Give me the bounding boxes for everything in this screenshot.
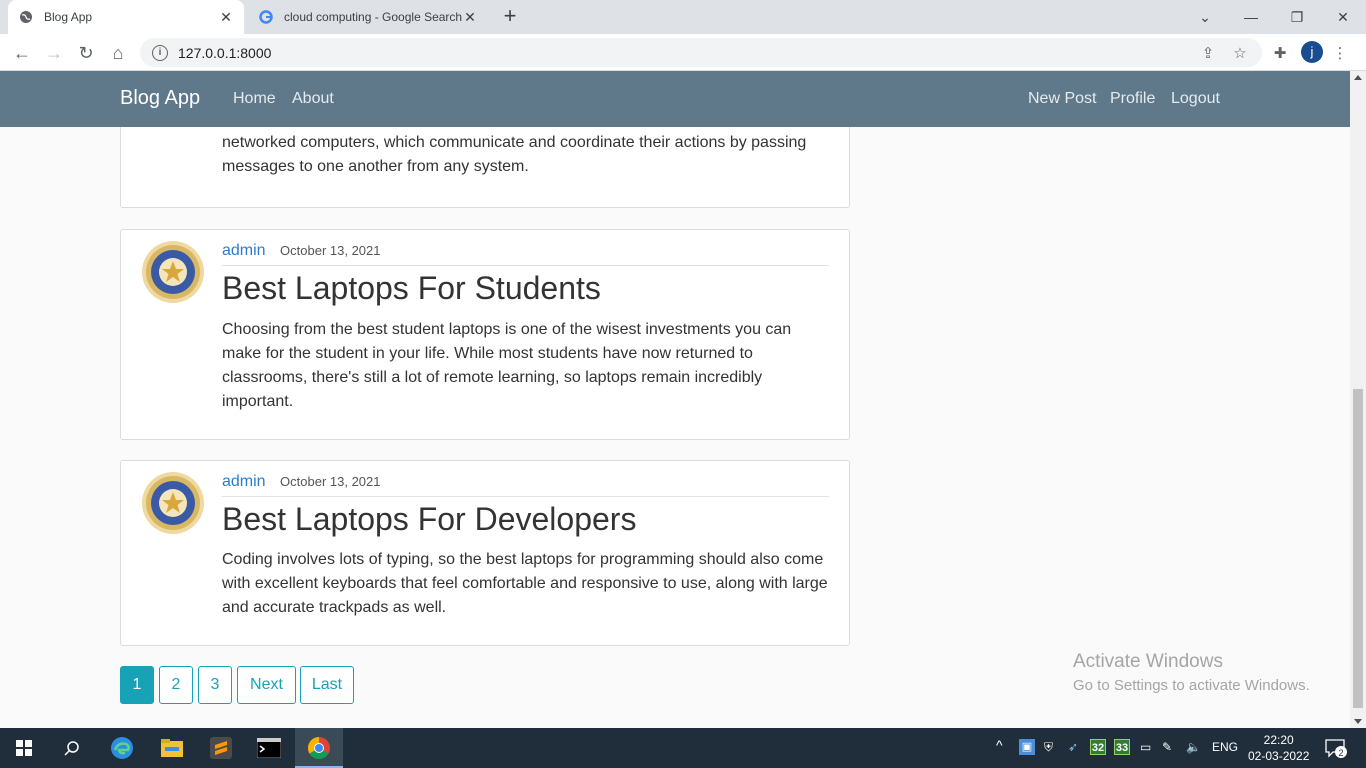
tab-title: Blog App	[44, 10, 93, 24]
page-viewport: Blog App Home About New Post Profile Log…	[0, 71, 1350, 728]
post-title-link[interactable]: Best Laptops For Developers	[222, 501, 636, 538]
terminal-icon[interactable]	[255, 734, 283, 762]
edge-browser-icon[interactable]	[108, 734, 136, 762]
site-info-icon[interactable]: i	[152, 44, 168, 61]
nav-logout-link[interactable]: Logout	[1171, 90, 1220, 108]
share-icon[interactable]: ⇪	[1198, 43, 1218, 63]
nav-home-link[interactable]: Home	[233, 90, 276, 108]
tray-app-icon[interactable]: ▣	[1019, 739, 1035, 755]
scroll-up-icon[interactable]	[1354, 75, 1362, 80]
new-tab-button[interactable]: +	[498, 5, 522, 29]
page-1-button[interactable]: 1	[120, 666, 154, 704]
author-link[interactable]: admin	[222, 473, 266, 490]
post-body: Choosing from the best student laptops i…	[222, 321, 792, 410]
activate-windows-watermark: Activate Windows Go to Settings to activ…	[1073, 651, 1310, 694]
back-button[interactable]: ←	[8, 39, 36, 67]
chevron-up-icon[interactable]: ^	[996, 737, 1003, 753]
site-navbar: Blog App Home About New Post Profile Log…	[0, 71, 1350, 127]
tab-google-search[interactable]: cloud computing - Google Search ✕	[248, 0, 488, 34]
close-tab-icon[interactable]: ✕	[462, 9, 478, 26]
nav-profile-link[interactable]: Profile	[1110, 90, 1155, 108]
author-avatar[interactable]	[141, 240, 205, 304]
post-meta: admin October 13, 2021	[222, 242, 829, 266]
address-bar[interactable]: i 127.0.0.1:8000	[140, 38, 1262, 67]
windows-taskbar: ^ ▣ ⛨ ➶ 32 33 ▭ ✎ 🔈 ENG 22:20 02-03-2022…	[0, 728, 1366, 768]
tray-counter-icon[interactable]: 33	[1114, 739, 1130, 755]
reload-button[interactable]: ↻	[72, 39, 100, 67]
post-card: admin October 13, 2021 Best Laptops For …	[120, 229, 850, 440]
nav-about-link[interactable]: About	[292, 90, 334, 108]
ime-icon[interactable]: ✎	[1162, 740, 1172, 754]
browser-toolbar: ← → ↻ ⌂ i 127.0.0.1:8000 ⇪ ☆ ✚ ⋮	[0, 34, 1366, 71]
system-clock[interactable]: 22:20 02-03-2022	[1248, 732, 1309, 764]
page-scrollbar[interactable]	[1350, 71, 1366, 728]
home-icon[interactable]: ⌂	[104, 39, 132, 67]
post-date: October 13, 2021	[280, 243, 381, 258]
notifications-icon[interactable]: 2	[1322, 734, 1350, 762]
language-indicator[interactable]: ENG	[1212, 740, 1238, 754]
notification-count: 2	[1338, 748, 1343, 758]
clock-date: 02-03-2022	[1248, 749, 1310, 763]
search-icon[interactable]	[58, 734, 86, 762]
network-icon[interactable]: ▭	[1140, 740, 1151, 754]
chrome-icon[interactable]	[305, 734, 333, 762]
volume-icon[interactable]: 🔈	[1186, 740, 1201, 754]
author-link[interactable]: admin	[222, 242, 266, 259]
tray-counter-icon[interactable]: 32	[1090, 739, 1106, 755]
nav-new-post-link[interactable]: New Post	[1028, 90, 1096, 108]
url-text: 127.0.0.1:8000	[178, 44, 272, 61]
page-2-button[interactable]: 2	[159, 666, 193, 704]
post-meta: admin October 13, 2021	[222, 473, 829, 497]
post-card: admin October 13, 2021 Best Laptops For …	[120, 460, 850, 646]
tray-rocket-icon[interactable]: ➶	[1068, 740, 1078, 754]
extensions-puzzle-icon[interactable]: ✚	[1270, 43, 1290, 63]
forward-button[interactable]: →	[40, 39, 68, 67]
file-explorer-icon[interactable]	[158, 734, 186, 762]
browser-tabstrip: Blog App ✕ cloud computing - Google Sear…	[0, 0, 1366, 34]
more-menu-icon[interactable]: ⋮	[1330, 43, 1350, 63]
scroll-down-icon[interactable]	[1354, 719, 1362, 724]
scrollbar-thumb[interactable]	[1353, 389, 1363, 708]
watermark-subtitle: Go to Settings to activate Windows.	[1073, 677, 1310, 694]
post-body: Coding involves lots of typing, so the b…	[222, 551, 828, 616]
author-avatar[interactable]	[141, 471, 205, 535]
restore-button[interactable]: ❐	[1274, 0, 1320, 34]
clock-time: 22:20	[1263, 733, 1294, 747]
bookmark-star-icon[interactable]: ☆	[1230, 43, 1250, 63]
tab-search-icon[interactable]: ⌄	[1182, 0, 1228, 34]
windows-start-icon[interactable]	[10, 734, 38, 762]
post-body: networked computers, which communicate a…	[222, 134, 807, 175]
last-page-button[interactable]: Last	[300, 666, 354, 704]
google-icon	[258, 9, 274, 25]
post-title-link[interactable]: Best Laptops For Students	[222, 270, 601, 307]
tab-blog-app[interactable]: Blog App ✕	[8, 0, 244, 34]
post-date: October 13, 2021	[280, 474, 381, 489]
minimize-button[interactable]: —	[1228, 0, 1274, 34]
globe-icon	[18, 9, 34, 25]
page-3-button[interactable]: 3	[198, 666, 232, 704]
next-page-button[interactable]: Next	[237, 666, 296, 704]
close-tab-icon[interactable]: ✕	[218, 9, 234, 26]
brand-link[interactable]: Blog App	[120, 87, 200, 110]
watermark-title: Activate Windows	[1073, 651, 1223, 672]
profile-avatar[interactable]: j	[1301, 41, 1323, 63]
tab-title: cloud computing - Google Search	[284, 10, 462, 24]
sublime-text-icon[interactable]	[207, 734, 235, 762]
close-window-button[interactable]: ✕	[1320, 0, 1366, 34]
shield-icon[interactable]: ⛨	[1044, 740, 1053, 755]
